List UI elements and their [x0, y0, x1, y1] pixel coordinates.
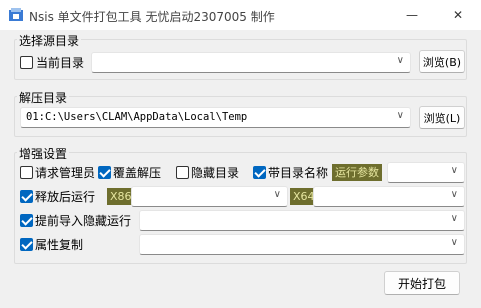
enhance-group-legend: 增强设置 — [17, 145, 70, 162]
chevron-down-icon: ∨ — [450, 213, 458, 224]
extract-path-value: 01:C:\Users\CLAM\AppData\Local\Temp — [26, 111, 248, 123]
window-title: Nsis 单文件打包工具 无忧启动2307005 制作 — [29, 10, 275, 24]
current-dir-checkbox[interactable] — [20, 56, 33, 69]
source-path-combo[interactable]: ∨ — [91, 52, 411, 73]
chevron-down-icon: ∨ — [450, 189, 458, 200]
run-after-label: 释放后运行 — [35, 190, 96, 204]
hide-dir-checkbox[interactable] — [176, 166, 189, 179]
request-admin-checkbox[interactable] — [20, 166, 33, 179]
hide-dir-label: 隐藏目录 — [191, 166, 240, 180]
x86-combo[interactable]: ∨ — [131, 186, 288, 207]
chevron-down-icon: ∨ — [396, 55, 404, 66]
chevron-down-icon: ∨ — [450, 165, 458, 176]
run-params-combo[interactable]: ∨ — [387, 162, 465, 183]
run-after-checkbox[interactable] — [20, 190, 33, 203]
browse-extract-button[interactable]: 浏览(L) — [419, 106, 465, 129]
run-params-tag: 运行参数 — [332, 164, 382, 181]
current-dir-label: 当前目录 — [36, 56, 85, 70]
attr-copy-label: 属性复制 — [35, 238, 84, 252]
close-icon: ✕ — [452, 8, 464, 22]
pre-import-checkbox[interactable] — [20, 214, 33, 227]
with-dir-name-label: 带目录名称 — [268, 166, 329, 180]
browse-source-button[interactable]: 浏览(B) — [419, 50, 465, 73]
extract-path-combo[interactable]: 01:C:\Users\CLAM\AppData\Local\Temp ∨ — [20, 107, 411, 128]
extract-group-legend: 解压目录 — [17, 89, 70, 106]
request-admin-label: 请求管理员 — [35, 166, 96, 180]
nsis-installer-icon — [9, 8, 23, 21]
pre-import-combo[interactable]: ∨ — [139, 210, 465, 231]
start-pack-button[interactable]: 开始打包 — [384, 271, 460, 295]
with-dir-name-checkbox[interactable] — [253, 166, 266, 179]
minimize-button[interactable]: — — [389, 0, 435, 30]
title-bar: Nsis 单文件打包工具 无忧启动2307005 制作 — ✕ — [0, 0, 481, 30]
attr-copy-checkbox[interactable] — [20, 238, 33, 251]
chevron-down-icon: ∨ — [396, 110, 404, 121]
overwrite-checkbox[interactable] — [98, 166, 111, 179]
x64-combo[interactable]: ∨ — [313, 186, 465, 207]
source-group-legend: 选择源目录 — [17, 32, 82, 49]
chevron-down-icon: ∨ — [273, 189, 281, 200]
chevron-down-icon: ∨ — [450, 237, 458, 248]
minimize-icon: — — [406, 8, 418, 22]
overwrite-label: 覆盖解压 — [113, 166, 162, 180]
pre-import-label: 提前导入隐藏运行 — [35, 214, 132, 228]
close-button[interactable]: ✕ — [435, 0, 481, 30]
attr-copy-combo[interactable]: ∨ — [139, 234, 465, 255]
